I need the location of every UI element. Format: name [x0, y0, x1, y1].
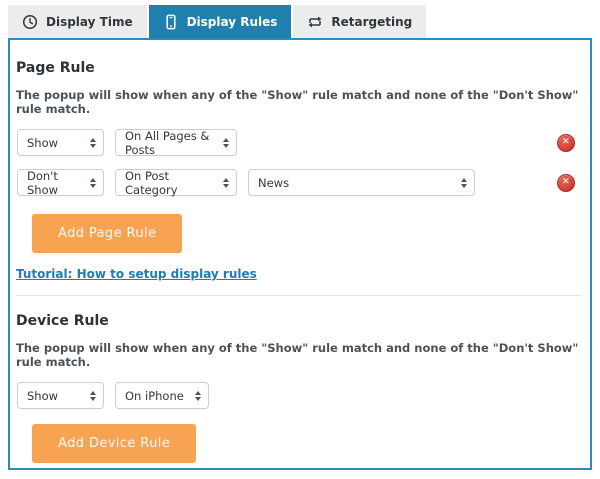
select-value: On iPhone: [125, 389, 184, 403]
rule-value-select[interactable]: News: [248, 169, 475, 196]
select-value: Show: [27, 389, 58, 403]
rule-condition-select[interactable]: On Post Category: [115, 169, 237, 196]
select-value: News: [258, 176, 289, 190]
page-rule-row: Show On All Pages & Posts ✕: [16, 129, 582, 156]
select-stepper-icon: [461, 178, 467, 188]
page-rule-row: Don't Show On Post Category News ✕: [16, 169, 582, 196]
select-stepper-icon: [90, 138, 96, 148]
tab-retargeting[interactable]: Retargeting: [293, 5, 426, 38]
select-value: On All Pages & Posts: [125, 129, 217, 157]
device-rule-description: The popup will show when any of the "Sho…: [16, 341, 582, 369]
section-divider: [16, 295, 582, 296]
delete-x-icon: ✕: [562, 138, 570, 147]
rule-mode-select[interactable]: Show: [17, 382, 104, 409]
select-stepper-icon: [195, 391, 201, 401]
add-device-rule-button[interactable]: Add Device Rule: [32, 424, 196, 463]
repeat-icon: [307, 14, 323, 30]
settings-tabbar: Display Time Display Rules Retargeting: [8, 5, 600, 38]
page-rule-title: Page Rule: [16, 60, 582, 76]
select-value: On Post Category: [125, 169, 217, 197]
device-rule-row: Show On iPhone: [16, 382, 582, 409]
tab-display-time[interactable]: Display Time: [8, 5, 147, 38]
select-stepper-icon: [90, 391, 96, 401]
delete-rule-button[interactable]: ✕: [557, 134, 575, 152]
select-value: Show: [27, 136, 58, 150]
delete-rule-button[interactable]: ✕: [557, 174, 575, 192]
rule-mode-select[interactable]: Don't Show: [17, 169, 104, 196]
select-stepper-icon: [90, 178, 96, 188]
select-stepper-icon: [223, 138, 229, 148]
tab-label: Display Rules: [187, 15, 278, 29]
rule-condition-select[interactable]: On All Pages & Posts: [115, 129, 237, 156]
page-rule-tutorial-link[interactable]: Tutorial: How to setup display rules: [16, 267, 257, 281]
tab-label: Retargeting: [331, 15, 412, 29]
page-rule-description: The popup will show when any of the "Sho…: [16, 88, 582, 116]
select-stepper-icon: [223, 178, 229, 188]
display-rules-panel: Page Rule The popup will show when any o…: [8, 38, 592, 470]
rule-mode-select[interactable]: Show: [17, 129, 104, 156]
clock-icon: [22, 14, 38, 30]
mobile-icon: [163, 14, 179, 30]
rule-condition-select[interactable]: On iPhone: [115, 382, 209, 409]
device-rule-title: Device Rule: [16, 313, 582, 329]
add-page-rule-button[interactable]: Add Page Rule: [32, 214, 182, 253]
delete-x-icon: ✕: [562, 178, 570, 187]
select-value: Don't Show: [27, 169, 84, 197]
tab-display-rules[interactable]: Display Rules: [149, 5, 292, 38]
tab-label: Display Time: [46, 15, 133, 29]
